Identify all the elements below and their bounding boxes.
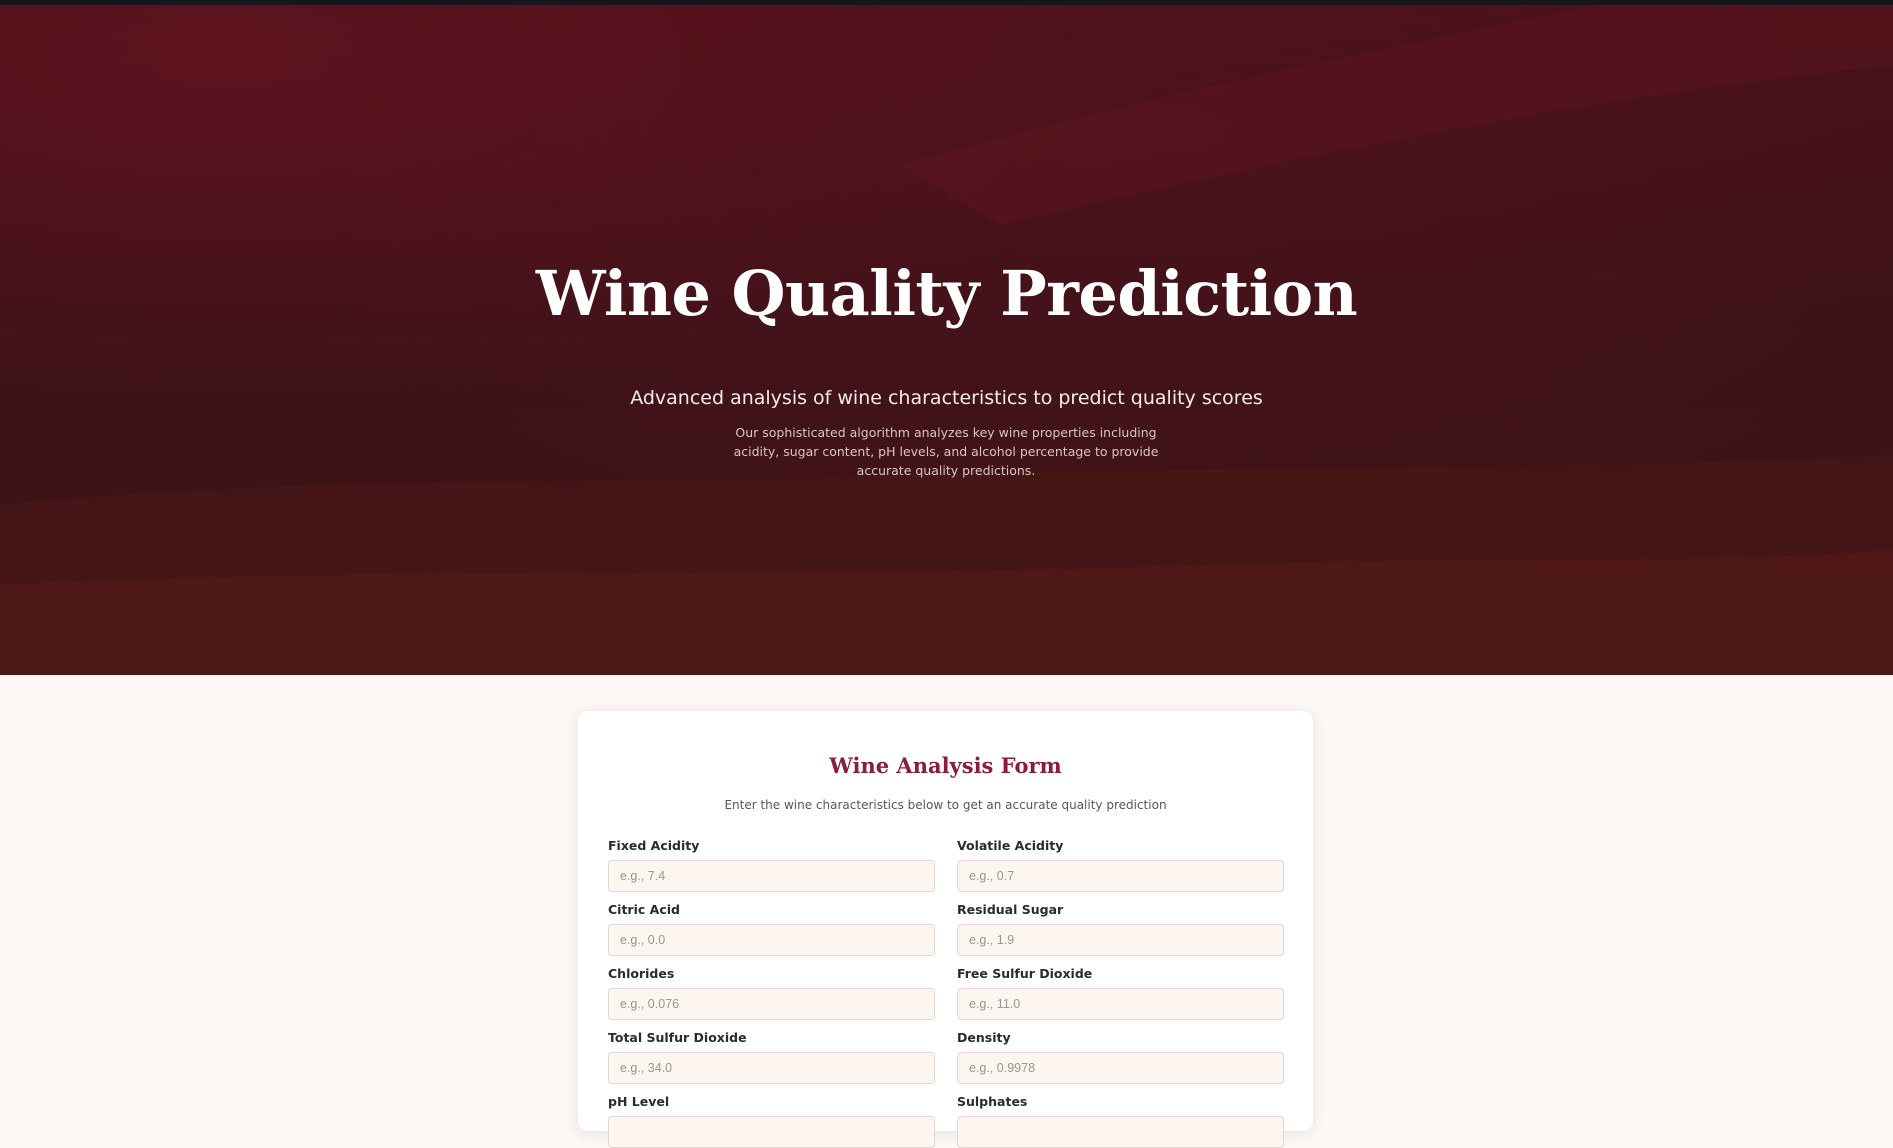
citric-acid-input[interactable] — [608, 924, 935, 956]
fixed-acidity-label: Fixed Acidity — [608, 838, 700, 853]
ph-level-field: pH Level — [608, 1094, 935, 1148]
density-field: Density — [957, 1030, 1284, 1084]
sulphates-input[interactable] — [957, 1116, 1284, 1148]
ph-level-label: pH Level — [608, 1094, 670, 1109]
fixed-acidity-field: Fixed Acidity — [608, 838, 935, 892]
residual-sugar-field: Residual Sugar — [957, 902, 1284, 956]
fixed-acidity-input[interactable] — [608, 860, 935, 892]
form-title: Wine Analysis Form — [829, 753, 1062, 778]
hero-section: Wine Quality Prediction Advanced analysi… — [0, 5, 1893, 675]
volatile-acidity-input[interactable] — [957, 860, 1284, 892]
total-sulfur-dioxide-input[interactable] — [608, 1052, 935, 1084]
chlorides-field: Chlorides — [608, 966, 935, 1020]
density-input[interactable] — [957, 1052, 1284, 1084]
citric-acid-label: Citric Acid — [608, 902, 680, 917]
free-sulfur-dioxide-input[interactable] — [957, 988, 1284, 1020]
residual-sugar-label: Residual Sugar — [957, 902, 1064, 917]
hero-vineyard-background — [0, 5, 1893, 675]
citric-acid-field: Citric Acid — [608, 902, 935, 956]
wine-analysis-form-card: Wine Analysis Form Enter the wine charac… — [578, 711, 1313, 1148]
form-description: Enter the wine characteristics below to … — [724, 798, 1167, 812]
density-label: Density — [957, 1030, 1011, 1045]
chlorides-label: Chlorides — [608, 966, 675, 981]
page-title: Wine Quality Prediction — [535, 257, 1358, 330]
free-sulfur-dioxide-label: Free Sulfur Dioxide — [957, 966, 1093, 981]
sulphates-field: Sulphates — [957, 1094, 1284, 1148]
residual-sugar-input[interactable] — [957, 924, 1284, 956]
chlorides-input[interactable] — [608, 988, 935, 1020]
volatile-acidity-field: Volatile Acidity — [957, 838, 1284, 892]
total-sulfur-dioxide-label: Total Sulfur Dioxide — [608, 1030, 747, 1045]
hero-subtitle: Advanced analysis of wine characteristic… — [630, 387, 1263, 409]
total-sulfur-dioxide-field: Total Sulfur Dioxide — [608, 1030, 935, 1084]
volatile-acidity-label: Volatile Acidity — [957, 838, 1064, 853]
hero-description: Our sophisticated algorithm analyzes key… — [733, 425, 1159, 478]
sulphates-label: Sulphates — [957, 1094, 1028, 1109]
ph-level-input[interactable] — [608, 1116, 935, 1148]
free-sulfur-dioxide-field: Free Sulfur Dioxide — [957, 966, 1284, 1020]
